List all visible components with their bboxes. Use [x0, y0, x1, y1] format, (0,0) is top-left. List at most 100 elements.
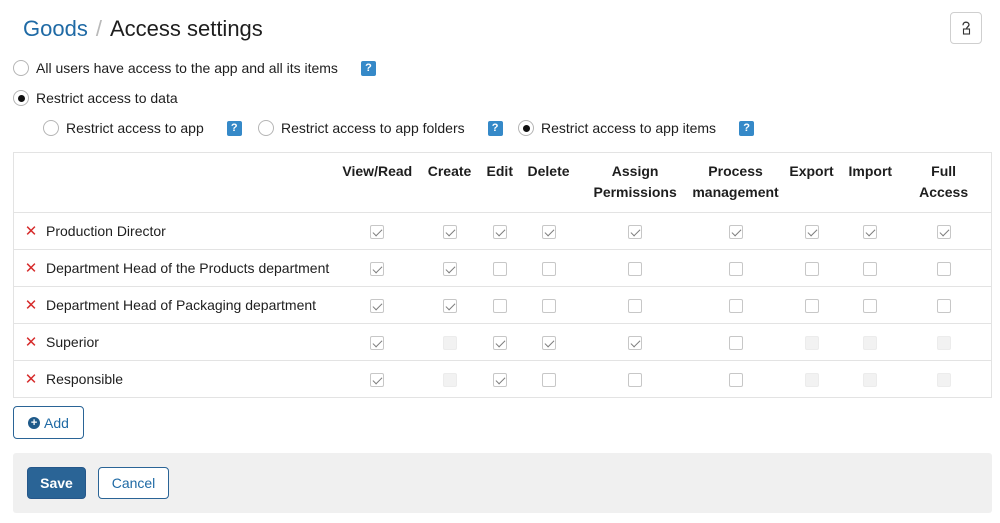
radio-all-users[interactable] — [13, 60, 29, 76]
permission-checkbox[interactable] — [492, 336, 507, 351]
permission-cell — [896, 360, 993, 398]
option-all-users[interactable]: All users have access to the app and all… — [13, 60, 376, 76]
permission-cell — [692, 286, 779, 324]
close-icon[interactable]: ✕ — [24, 261, 38, 276]
permission-cell — [335, 249, 419, 287]
close-icon[interactable]: ✕ — [24, 372, 38, 387]
permission-checkbox[interactable] — [541, 299, 556, 314]
permission-checkbox[interactable] — [541, 373, 556, 388]
option-restrict-items-label: Restrict access to app items — [541, 120, 717, 136]
role-name: Production Director — [46, 223, 166, 239]
permission-checkbox[interactable] — [728, 299, 743, 314]
table-row: ✕ Production Director — [12, 212, 993, 250]
permission-cell — [335, 212, 419, 250]
breadcrumb-app-link[interactable]: Goods — [23, 16, 88, 42]
close-icon[interactable]: ✕ — [24, 335, 38, 350]
option-restrict-access[interactable]: Restrict access to data — [13, 90, 178, 106]
permission-cell — [577, 323, 693, 361]
permission-checkbox[interactable] — [628, 336, 643, 351]
radio-restrict-folders[interactable] — [258, 120, 274, 136]
permission-cell — [577, 249, 693, 287]
permission-cell — [778, 212, 845, 250]
role-name: Superior — [46, 334, 99, 350]
permission-cell — [778, 323, 845, 361]
option-restrict-app-label: Restrict access to app — [66, 120, 204, 136]
column-header: Process management — [692, 152, 779, 213]
option-restrict-folders[interactable]: Restrict access to app folders ? — [258, 120, 503, 136]
permission-checkbox[interactable] — [728, 225, 743, 240]
form-footer: Save Cancel — [13, 453, 992, 513]
help-badge-all-users[interactable]: ? — [360, 60, 376, 76]
role-cell: ✕ Responsible — [12, 360, 336, 398]
permission-cell — [778, 249, 845, 287]
permission-checkbox[interactable] — [442, 299, 457, 314]
permission-checkbox[interactable] — [628, 262, 643, 277]
permission-checkbox[interactable] — [728, 373, 743, 388]
permission-cell — [896, 249, 993, 287]
permission-checkbox[interactable] — [370, 225, 385, 240]
role-cell: ✕ Superior — [12, 323, 336, 361]
permission-checkbox[interactable] — [804, 262, 819, 277]
permission-cell — [418, 360, 481, 398]
help-button[interactable] — [950, 12, 982, 44]
help-badge-restrict-items[interactable]: ? — [739, 120, 755, 136]
permission-checkbox[interactable] — [628, 225, 643, 240]
question-icon — [962, 21, 971, 35]
permission-checkbox[interactable] — [863, 299, 878, 314]
help-badge-restrict-folders[interactable]: ? — [487, 120, 503, 136]
permission-cell — [844, 286, 897, 324]
permission-cell — [519, 360, 578, 398]
permission-checkbox[interactable] — [541, 262, 556, 277]
permission-checkbox[interactable] — [492, 225, 507, 240]
permission-cell — [480, 360, 520, 398]
save-button[interactable]: Save — [27, 467, 86, 499]
permission-checkbox[interactable] — [541, 336, 556, 351]
permission-checkbox[interactable] — [628, 299, 643, 314]
permission-checkbox[interactable] — [936, 262, 951, 277]
permission-checkbox[interactable] — [936, 299, 951, 314]
option-restrict-access-label: Restrict access to data — [36, 90, 178, 106]
permission-cell — [335, 360, 419, 398]
permission-checkbox[interactable] — [863, 225, 878, 240]
permission-cell — [519, 286, 578, 324]
permission-checkbox[interactable] — [492, 373, 507, 388]
permission-checkbox[interactable] — [492, 262, 507, 277]
permission-cell — [480, 286, 520, 324]
close-icon[interactable]: ✕ — [24, 224, 38, 239]
permission-checkbox[interactable] — [442, 262, 457, 277]
permission-checkbox[interactable] — [936, 225, 951, 240]
permission-cell — [896, 212, 993, 250]
permission-checkbox[interactable] — [728, 336, 743, 351]
permission-checkbox[interactable] — [628, 373, 643, 388]
permission-cell — [577, 286, 693, 324]
permission-checkbox[interactable] — [370, 262, 385, 277]
radio-restrict-items[interactable] — [518, 120, 534, 136]
column-header-role — [12, 152, 336, 213]
permission-checkbox[interactable] — [370, 373, 385, 388]
close-icon[interactable]: ✕ — [24, 298, 38, 313]
permission-checkbox[interactable] — [804, 299, 819, 314]
permission-checkbox — [442, 373, 457, 388]
permission-checkbox[interactable] — [442, 225, 457, 240]
radio-restrict-access[interactable] — [13, 90, 29, 106]
permission-checkbox[interactable] — [863, 262, 878, 277]
permission-checkbox[interactable] — [370, 336, 385, 351]
option-restrict-items[interactable]: Restrict access to app items ? — [518, 120, 755, 136]
add-button-label: Add — [44, 414, 69, 431]
permission-cell — [896, 323, 993, 361]
permission-checkbox[interactable] — [728, 262, 743, 277]
permission-checkbox[interactable] — [370, 299, 385, 314]
column-header: Import — [844, 152, 897, 213]
permission-checkbox[interactable] — [492, 299, 507, 314]
cancel-button[interactable]: Cancel — [98, 467, 169, 499]
role-cell: ✕ Department Head of the Products departm… — [12, 249, 336, 287]
option-restrict-app[interactable]: Restrict access to app ? — [43, 120, 242, 136]
radio-restrict-app[interactable] — [43, 120, 59, 136]
permission-cell — [418, 286, 481, 324]
help-badge-restrict-app[interactable]: ? — [226, 120, 242, 136]
add-button[interactable]: + Add — [13, 406, 84, 439]
permission-checkbox[interactable] — [804, 225, 819, 240]
permission-cell — [519, 323, 578, 361]
option-restrict-folders-label: Restrict access to app folders — [281, 120, 465, 136]
permission-checkbox[interactable] — [541, 225, 556, 240]
